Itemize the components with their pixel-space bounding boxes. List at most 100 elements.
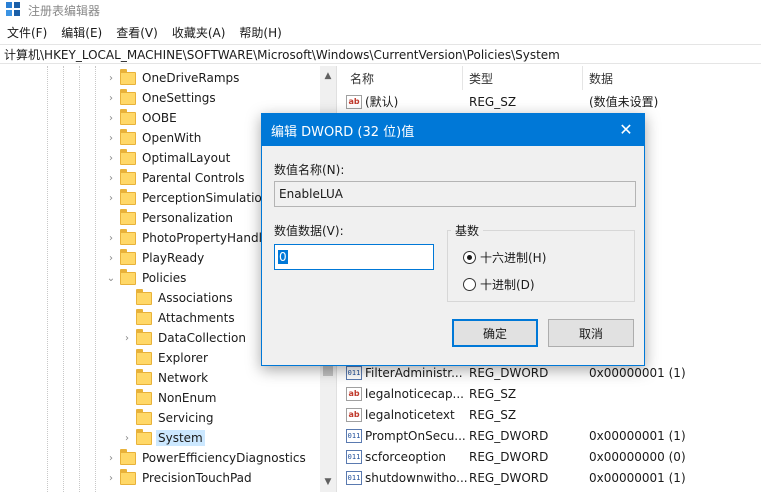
- value-name: legalnoticecap...: [365, 387, 464, 402]
- tree-item-label: Policies: [142, 271, 187, 285]
- tree-item[interactable]: › System: [121, 428, 205, 448]
- tree-item[interactable]: Network: [121, 368, 210, 388]
- tree-item[interactable]: › OOBE: [105, 108, 179, 128]
- value-type: REG_DWORD: [469, 366, 549, 381]
- tree-item[interactable]: Personalization: [105, 208, 235, 228]
- chevron-down-icon[interactable]: ⌄: [105, 272, 117, 284]
- tree-guide-line: [63, 66, 64, 492]
- menu-view[interactable]: 查看(V): [109, 24, 165, 41]
- scroll-down-arrow-icon[interactable]: ▼: [320, 474, 336, 490]
- list-item[interactable]: 011 scforceoption REG_DWORD 0x00000000 (0): [342, 446, 761, 467]
- base-label: 基数: [451, 222, 484, 239]
- tree-item[interactable]: › PhotoPropertyHandle: [105, 228, 271, 248]
- tree-item-label: NonEnum: [158, 391, 217, 405]
- folder-icon: [120, 208, 136, 225]
- chevron-right-icon[interactable]: ›: [105, 92, 117, 104]
- tree-item[interactable]: ⌄ Policies: [105, 268, 188, 288]
- chevron-right-icon[interactable]: ›: [105, 72, 117, 84]
- scroll-up-arrow-icon[interactable]: ▲: [320, 68, 336, 84]
- list-item[interactable]: 011 PromptOnSecu... REG_DWORD 0x00000001 (1…: [342, 425, 761, 446]
- radio-decimal[interactable]: 十进制(D): [463, 276, 535, 293]
- value-name: (默认): [365, 95, 399, 109]
- column-divider[interactable]: [462, 66, 463, 90]
- folder-icon: [120, 168, 136, 185]
- column-divider[interactable]: [582, 66, 583, 90]
- chevron-right-icon[interactable]: ›: [105, 192, 117, 204]
- value-name-cell: 011 shutdownwitho...: [346, 470, 468, 485]
- tree-guide-line: [47, 66, 48, 492]
- registry-editor-icon: [6, 2, 22, 18]
- list-item[interactable]: 011 shutdownwitho... REG_DWORD 0x00000001 (…: [342, 467, 761, 488]
- value-data: 0x00000000 (0): [589, 449, 686, 464]
- chevron-right-icon[interactable]: ›: [105, 472, 117, 484]
- ok-button[interactable]: 确定: [452, 319, 538, 347]
- chevron-right-icon[interactable]: ›: [105, 232, 117, 244]
- dialog-title-bar[interactable]: 编辑 DWORD (32 位)值: [262, 114, 644, 146]
- column-header-name[interactable]: 名称: [350, 70, 374, 87]
- string-value-icon: ab: [346, 408, 362, 422]
- tree-item-label: PhotoPropertyHandle: [142, 231, 270, 245]
- tree-item[interactable]: › DataCollection: [121, 328, 248, 348]
- folder-icon: [136, 308, 152, 325]
- tree-item[interactable]: › PrecisionTouchPad: [105, 468, 254, 488]
- tree-item[interactable]: Associations: [121, 288, 235, 308]
- tree-item-label: OOBE: [142, 111, 177, 125]
- tree-item-label: Parental Controls: [142, 171, 245, 185]
- tree-item[interactable]: › OneSettings: [105, 88, 218, 108]
- chevron-right-icon[interactable]: ›: [121, 432, 133, 444]
- tree-item[interactable]: Explorer: [121, 348, 210, 368]
- tree-item[interactable]: › PlayReady: [105, 248, 206, 268]
- tree-guide-line: [95, 66, 96, 492]
- radio-hex-label: 十六进制(H): [480, 251, 547, 265]
- chevron-right-icon[interactable]: ›: [121, 332, 133, 344]
- list-item[interactable]: ab legalnoticecap... REG_SZ: [342, 384, 761, 405]
- tree-item-label: Explorer: [158, 351, 208, 365]
- chevron-right-icon[interactable]: ›: [105, 172, 117, 184]
- chevron-right-icon[interactable]: ›: [105, 132, 117, 144]
- folder-icon: [120, 468, 136, 485]
- chevron-right-icon[interactable]: ›: [105, 152, 117, 164]
- tree-item[interactable]: › PerceptionSimulation: [105, 188, 271, 208]
- tree-item-label: OptimalLayout: [142, 151, 231, 165]
- list-item[interactable]: ab (默认) REG_SZ (数值未设置): [342, 91, 761, 112]
- menu-help[interactable]: 帮助(H): [232, 24, 288, 41]
- cancel-button[interactable]: 取消: [548, 319, 634, 347]
- tree-item-label: PrecisionTouchPad: [142, 471, 252, 485]
- menu-file[interactable]: 文件(F): [0, 24, 54, 41]
- tree-item[interactable]: › OptimalLayout: [105, 148, 232, 168]
- menu-favorites[interactable]: 收藏夹(A): [165, 24, 233, 41]
- value-data-input[interactable]: 0: [274, 244, 434, 270]
- tree-item[interactable]: Attachments: [121, 308, 237, 328]
- value-data: 0x00000001 (1): [589, 470, 686, 485]
- tree-item[interactable]: › OpenWith: [105, 128, 203, 148]
- window-title: 注册表编辑器: [28, 3, 101, 18]
- chevron-right-icon[interactable]: ›: [105, 252, 117, 264]
- column-header-type[interactable]: 类型: [469, 70, 493, 87]
- chevron-right-icon[interactable]: ›: [105, 112, 117, 124]
- chevron-right-icon[interactable]: ›: [105, 452, 117, 464]
- menu-edit[interactable]: 编辑(E): [54, 24, 109, 41]
- binary-value-icon: 011: [346, 449, 362, 464]
- tree-item[interactable]: Servicing: [121, 408, 216, 428]
- address-path: 计算机\HKEY_LOCAL_MACHINE\SOFTWARE\Microsof…: [4, 47, 560, 62]
- list-item[interactable]: ab legalnoticetext REG_SZ: [342, 405, 761, 426]
- column-header-data[interactable]: 数据: [589, 70, 613, 87]
- value-name: shutdownwitho...: [365, 470, 468, 485]
- radio-hexadecimal[interactable]: 十六进制(H): [463, 249, 546, 266]
- tree-item[interactable]: › PowerEfficiencyDiagnostics: [105, 448, 308, 468]
- edit-dword-dialog: 编辑 DWORD (32 位)值 ✕ 数值名称(N): EnableLUA 数值…: [261, 113, 645, 366]
- radio-hex-indicator[interactable]: [463, 251, 476, 264]
- tree-item[interactable]: › Parental Controls: [105, 168, 247, 188]
- radio-dec-indicator[interactable]: [463, 278, 476, 291]
- folder-icon: [120, 188, 136, 205]
- tree-item-label: DataCollection: [158, 331, 247, 345]
- address-bar[interactable]: 计算机\HKEY_LOCAL_MACHINE\SOFTWARE\Microsof…: [0, 44, 761, 64]
- close-icon[interactable]: ✕: [616, 120, 636, 140]
- tree-item[interactable]: › OneDriveRamps: [105, 68, 241, 88]
- value-type: REG_DWORD: [469, 449, 549, 464]
- tree-item[interactable]: NonEnum: [121, 388, 218, 408]
